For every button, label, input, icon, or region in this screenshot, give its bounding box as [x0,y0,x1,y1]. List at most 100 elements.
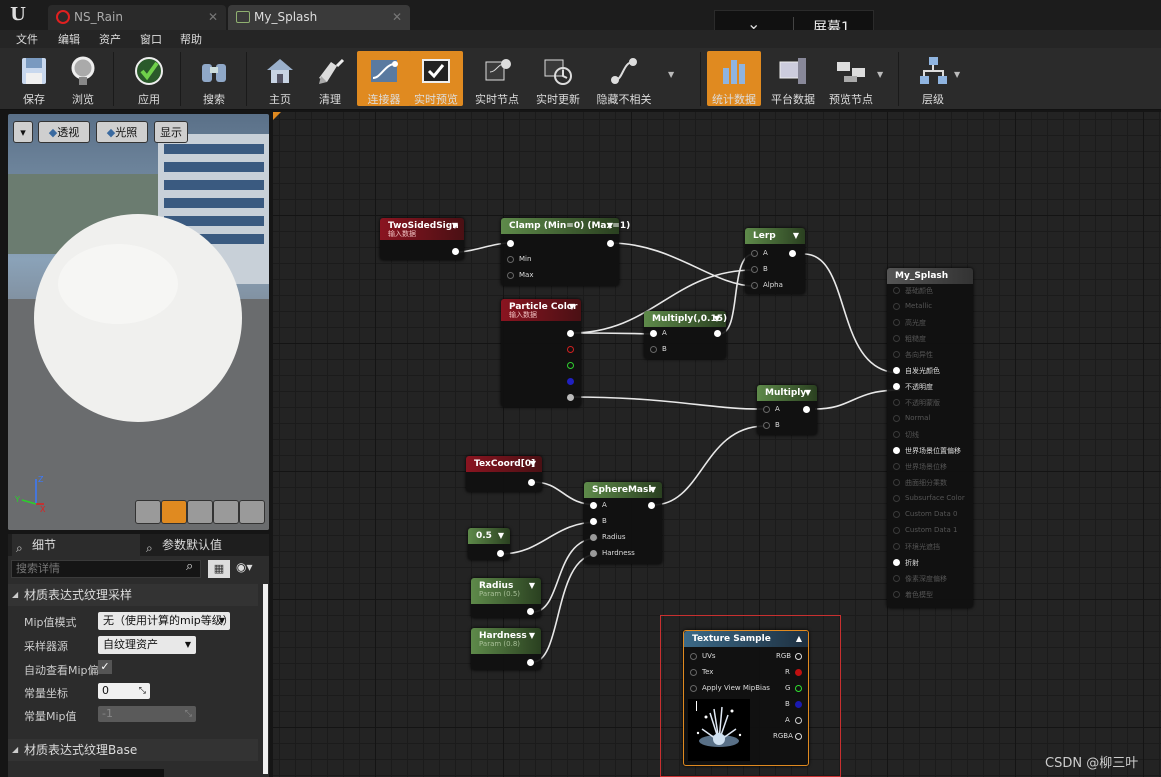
perspective-button[interactable]: ◆透视 [38,121,90,143]
node-collapse-icon[interactable]: ▼ [529,578,535,594]
result-input-pin[interactable] [893,559,900,566]
category-texture-base[interactable]: ◢ 材质表达式纹理Base [8,739,258,761]
browse-button[interactable]: 浏览 [56,51,110,106]
input-pin-hardness[interactable] [590,550,597,557]
node-collapse-icon[interactable]: ▼ [714,311,720,327]
eye-visibility-icon[interactable]: ◉▾ [236,560,253,574]
preview-node-button[interactable]: 预览节点 [824,51,878,106]
node-particle-color[interactable]: Particle Color 输入数据 ▼ [501,299,581,407]
result-input-pin[interactable] [893,431,900,438]
hide-unrelated-button[interactable]: 隐藏不相关 [597,51,652,106]
result-input-pin[interactable] [893,447,900,454]
preview-cylinder-button[interactable] [135,500,161,524]
node-collapse-icon[interactable]: ▼ [569,299,575,315]
close-tab-icon[interactable]: ✕ [392,5,402,30]
input-pin-tex[interactable] [690,669,697,676]
node-result-my-splash[interactable]: My_Splash 基础颜色 Metallic 高光度 粗糙度 各向异性 自发光颜色 不透明… [887,268,973,608]
node-param-hardness[interactable]: Hardness Param (0.8) ▼ [471,628,541,670]
input-pin-max[interactable] [507,272,514,279]
node-collapse-icon[interactable]: ▼ [498,528,504,544]
const-coord-input[interactable]: 0 ⤡ [98,683,150,699]
result-input-pin[interactable] [893,527,900,534]
input-pin-min[interactable] [507,256,514,263]
menu-help[interactable]: 帮助 [180,31,202,47]
result-input-pin[interactable] [893,575,900,582]
live-update-button[interactable]: 实时更新 [531,51,585,106]
input-pin-alpha[interactable] [751,282,758,289]
preview-mesh-button[interactable] [239,500,265,524]
preview-viewport[interactable]: ▾ ◆透视 ◆光照 显示 Z Y X [8,114,269,530]
result-input-pin[interactable] [893,495,900,502]
input-pin-b[interactable] [650,346,657,353]
result-input-pin[interactable] [893,383,900,390]
output-pin-r[interactable] [795,669,802,676]
tab-details[interactable]: ⌕ 细节 [12,534,140,556]
result-input-pin[interactable] [893,319,900,326]
node-collapse-icon[interactable]: ▼ [607,218,613,234]
details-scrollbar[interactable] [263,584,268,774]
result-input-pin[interactable] [893,543,900,550]
output-pin-rgb[interactable] [567,330,574,337]
menu-file[interactable]: 文件 [16,31,38,47]
input-pin-a[interactable] [763,406,770,413]
input-pin-b[interactable] [751,266,758,273]
result-input-pin[interactable] [893,351,900,358]
node-collapse-icon[interactable]: ▼ [452,218,458,234]
result-input-pin[interactable] [893,415,900,422]
output-pin-a[interactable] [795,717,802,724]
preview-sphere-button[interactable] [161,500,187,524]
unreal-logo-icon[interactable]: U [6,4,30,26]
node-collapse-icon[interactable]: ▼ [805,385,811,401]
node-two-sided-sign[interactable]: TwoSidedSign 输入数据 ▼ [380,218,464,260]
result-input-pin[interactable] [893,335,900,342]
result-input-pin[interactable] [893,287,900,294]
output-pin-g[interactable] [567,362,574,369]
node-collapse-icon[interactable]: ▼ [530,456,536,472]
output-pin[interactable] [452,248,459,255]
output-pin-r[interactable] [567,346,574,353]
tab-ns-rain[interactable]: NS_Rain ✕ [48,5,226,30]
result-input-pin[interactable] [893,463,900,470]
show-button[interactable]: 显示 [154,121,188,143]
apply-button[interactable]: 应用 [122,51,176,106]
input-pin-a[interactable] [751,250,758,257]
node-collapse-icon[interactable]: ▼ [650,482,656,498]
result-input-pin[interactable] [893,479,900,486]
category-texture-sample[interactable]: ◢ 材质表达式纹理采样 [8,584,258,606]
result-input-pin[interactable] [893,367,900,374]
clean-button[interactable]: 清理 [303,51,357,106]
live-preview-button[interactable]: 实时预览 [409,51,463,106]
result-input-pin[interactable] [893,511,900,518]
output-pin[interactable] [789,250,796,257]
output-pin[interactable] [607,240,614,247]
input-pin-b[interactable] [590,518,597,525]
output-pin-b[interactable] [567,378,574,385]
output-pin[interactable] [528,479,535,486]
output-pin[interactable] [714,330,721,337]
close-tab-icon[interactable]: ✕ [208,5,218,30]
input-pin[interactable] [507,240,514,247]
node-multiply-015[interactable]: Multiply(,0.15) ▼ A B [644,311,727,359]
node-param-radius[interactable]: Radius Param (0.5) ▼ [471,578,541,618]
node-collapse-icon[interactable]: ▼ [793,228,799,244]
node-clamp[interactable]: Clamp (Min=0) (Max=1) ▼ Min Max [501,218,630,286]
view-options-grid-icon[interactable]: ▦ [208,560,230,578]
lighting-button[interactable]: ◆光照 [96,121,148,143]
input-pin-uvs[interactable] [690,653,697,660]
input-pin-mipbias[interactable] [690,685,697,692]
node-multiply[interactable]: Multiply ▼ A B [757,385,817,435]
output-pin[interactable] [648,502,655,509]
node-sphere-mask[interactable]: SphereMask ▼ A B Radius Hardness [584,482,662,564]
search-details-input[interactable]: 搜索详情 [11,560,201,578]
chevron-down-icon[interactable]: ▼ [954,70,960,79]
stats-button[interactable]: 统计数据 [707,51,761,106]
output-pin-rgba[interactable] [795,733,802,740]
viewport-options-dropdown[interactable]: ▾ [13,121,33,143]
texture-thumbnail[interactable] [100,769,164,777]
input-pin-a[interactable] [590,502,597,509]
output-pin[interactable] [527,659,534,666]
node-lerp[interactable]: Lerp ▼ A B Alpha [745,228,805,294]
chevron-down-icon[interactable]: ▼ [668,70,674,79]
drag-handle-icon[interactable]: ⤡ [139,683,146,699]
output-pin-rgb[interactable] [795,653,802,660]
